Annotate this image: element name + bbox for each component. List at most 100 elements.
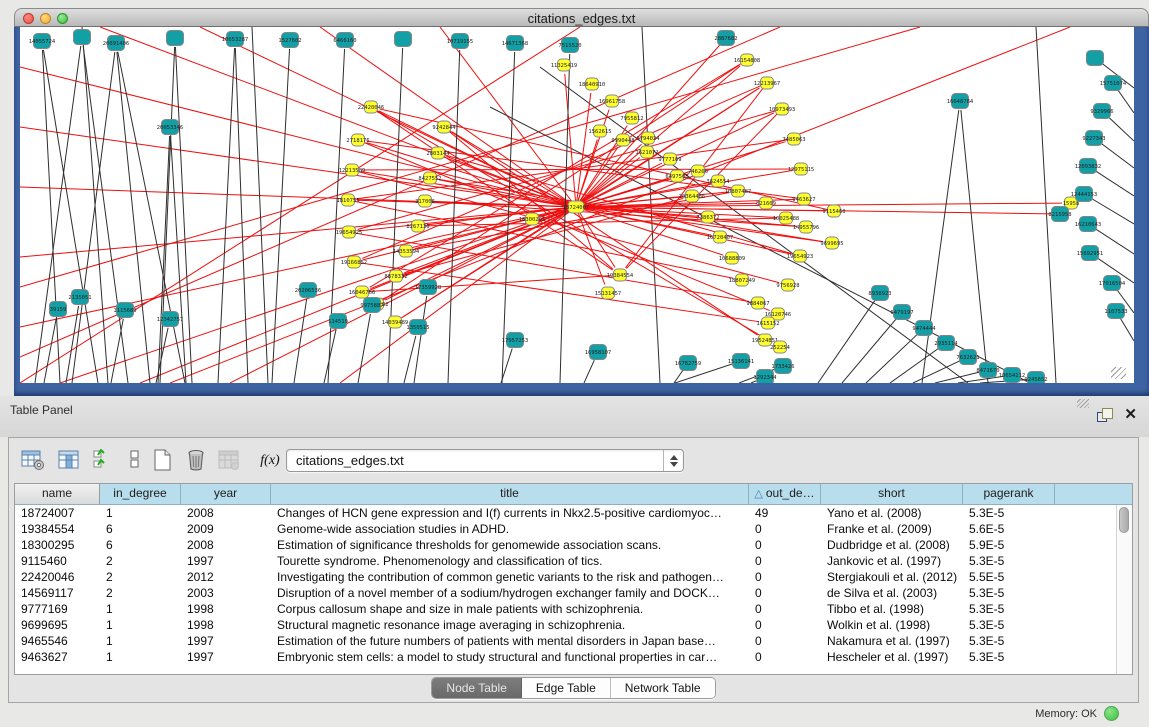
table-select-dropdown[interactable]: citations_edges.txt [286, 449, 684, 472]
rows-button[interactable] [121, 447, 149, 475]
close-panel-icon[interactable]: ✕ [1124, 405, 1137, 423]
table-row[interactable]: 1872400712008Changes of HCN gene express… [15, 505, 1132, 521]
table-row[interactable]: 1830029562008Estimation of significance … [15, 537, 1132, 553]
graph-node-label: 1350515 [406, 325, 429, 331]
graph-edge[interactable] [1096, 171, 1134, 196]
cell-name: 9699695 [15, 617, 100, 633]
graph-node-label: 16154808 [734, 58, 761, 64]
graph-edge[interactable] [328, 49, 345, 383]
graph-node[interactable] [167, 31, 184, 46]
cell-short: de Silva et al. (2003) [821, 585, 963, 601]
table-row[interactable]: 969969511998Structural magnetic resonanc… [15, 617, 1132, 633]
graph-edge[interactable] [20, 207, 576, 327]
graph-edge[interactable] [272, 49, 290, 383]
graph-edge[interactable] [935, 372, 979, 383]
column-header-title[interactable]: title [271, 484, 749, 504]
graph-edge[interactable] [340, 207, 576, 383]
graph-edge[interactable] [404, 336, 416, 383]
graph-node-label: 16720407 [707, 235, 734, 241]
column-header-pagerank[interactable]: pagerank [963, 484, 1055, 504]
graph-edge[interactable] [961, 110, 988, 383]
graph-edge[interactable] [1101, 143, 1134, 168]
graph-edge[interactable] [294, 299, 307, 383]
function-builder-button[interactable]: f(x) [253, 447, 287, 475]
window-titlebar[interactable]: citations_edges.txt [14, 8, 1149, 27]
graph-edge[interactable] [1036, 27, 1056, 383]
graph-edge[interactable] [1109, 117, 1134, 141]
graph-node-label: 114519 [328, 319, 348, 325]
table-row[interactable]: 946362711997Embryonic stem cells: a mode… [15, 649, 1132, 665]
table-panel-titlebar[interactable]: Table Panel ✕ [0, 396, 1149, 437]
graph-edge[interactable] [72, 52, 115, 383]
scrollbar-thumb[interactable] [1119, 507, 1129, 533]
graph-edge[interactable] [584, 360, 594, 383]
graph-edge[interactable] [1121, 319, 1134, 341]
network-frame: 1872400718300295224200462718176122135891… [14, 27, 1149, 396]
graph-edge[interactable] [818, 300, 875, 383]
graph-node-label: 17016504 [1099, 281, 1126, 287]
float-panel-button[interactable] [1097, 408, 1113, 422]
table-header-row: namein_degreeyeartitle△out_de…shortpager… [15, 484, 1132, 505]
tab-network-table[interactable]: Network Table [611, 678, 715, 698]
canvas-resize-grip[interactable] [1111, 367, 1126, 379]
table-toolbar: f(x) citations_edges.txt [9, 438, 1138, 483]
row-select-button[interactable] [89, 447, 117, 475]
graph-edge[interactable] [425, 201, 797, 226]
column-header-short[interactable]: short [821, 484, 963, 504]
graph-edge[interactable] [171, 136, 186, 383]
graph-edge[interactable] [252, 27, 268, 383]
cell-title: Estimation of significance thresholds fo… [271, 537, 749, 553]
graph-edge[interactable] [44, 318, 56, 383]
table-row[interactable]: 1456911722003Disruption of a novel membe… [15, 585, 1132, 601]
graph-edge[interactable] [565, 74, 576, 207]
graph-edge[interactable] [1118, 90, 1134, 113]
graph-edge[interactable] [358, 314, 370, 383]
tab-edge-table[interactable]: Edge Table [522, 678, 611, 698]
delete-table-button[interactable] [215, 447, 243, 475]
table-row[interactable]: 1938455462009Genome-wide association stu… [15, 521, 1132, 537]
panel-resize-grip[interactable] [1077, 399, 1089, 408]
column-header-name[interactable]: name [15, 484, 100, 504]
graph-edge[interactable] [866, 334, 917, 383]
graph-node-label: 18807249 [729, 278, 756, 284]
graph-edge[interactable] [842, 319, 896, 383]
network-canvas[interactable]: 1872400718300295224200462718176122135891… [20, 27, 1134, 383]
graph-node[interactable] [395, 32, 412, 47]
table-row[interactable]: 977716911998Corpus callosum shape and si… [15, 601, 1132, 617]
column-header-in_degree[interactable]: in_degree [100, 484, 181, 504]
vertical-scrollbar[interactable] [1116, 505, 1132, 674]
graph-node-label: 11325419 [551, 63, 578, 69]
graph-node-label: 10025488 [773, 216, 800, 222]
graph-node-label: 12093832 [1075, 164, 1102, 170]
graph-edge[interactable] [540, 67, 968, 383]
graph-node-label: 20691406 [103, 41, 130, 47]
graph-node-label: 1107533 [1104, 309, 1127, 315]
graph-node[interactable] [74, 30, 91, 45]
graph-node-label: 9115460 [822, 209, 845, 215]
graph-node-label: 9474444 [912, 326, 936, 332]
graph-edge[interactable] [235, 48, 248, 383]
table-row[interactable]: 911546021997Tourette syndrome. Phenomeno… [15, 553, 1132, 569]
table-mode-button[interactable] [19, 447, 47, 475]
graph-node[interactable] [1087, 51, 1104, 66]
citation-graph[interactable]: 1872400718300295224200462718176122135891… [20, 27, 1134, 383]
graph-edge[interactable] [111, 319, 123, 383]
table-panel-title: Table Panel [10, 403, 73, 417]
graph-edge[interactable] [118, 52, 185, 383]
tab-node-table[interactable]: Node Table [432, 678, 522, 698]
column-select-button[interactable] [55, 447, 83, 475]
table-row[interactable]: 946554611997Estimation of the future num… [15, 633, 1132, 649]
graph-edge[interactable] [218, 48, 235, 383]
column-header-year[interactable]: year [181, 484, 271, 504]
table-row[interactable]: 2242004622012Investigating the contribut… [15, 569, 1132, 585]
column-header-out_degree[interactable]: △out_de… [749, 484, 821, 504]
graph-edge[interactable] [1092, 199, 1134, 224]
cell-short: Dudbridge et al. (2008) [821, 537, 963, 553]
delete-rows-button[interactable] [183, 447, 211, 475]
graph-edge[interactable] [388, 48, 403, 383]
new-table-button[interactable] [149, 447, 177, 475]
graph-node-label: 18724007 [563, 205, 590, 211]
graph-edge[interactable] [60, 207, 576, 383]
graph-node-label: 12975115 [788, 167, 815, 173]
graph-edge[interactable] [175, 47, 192, 383]
